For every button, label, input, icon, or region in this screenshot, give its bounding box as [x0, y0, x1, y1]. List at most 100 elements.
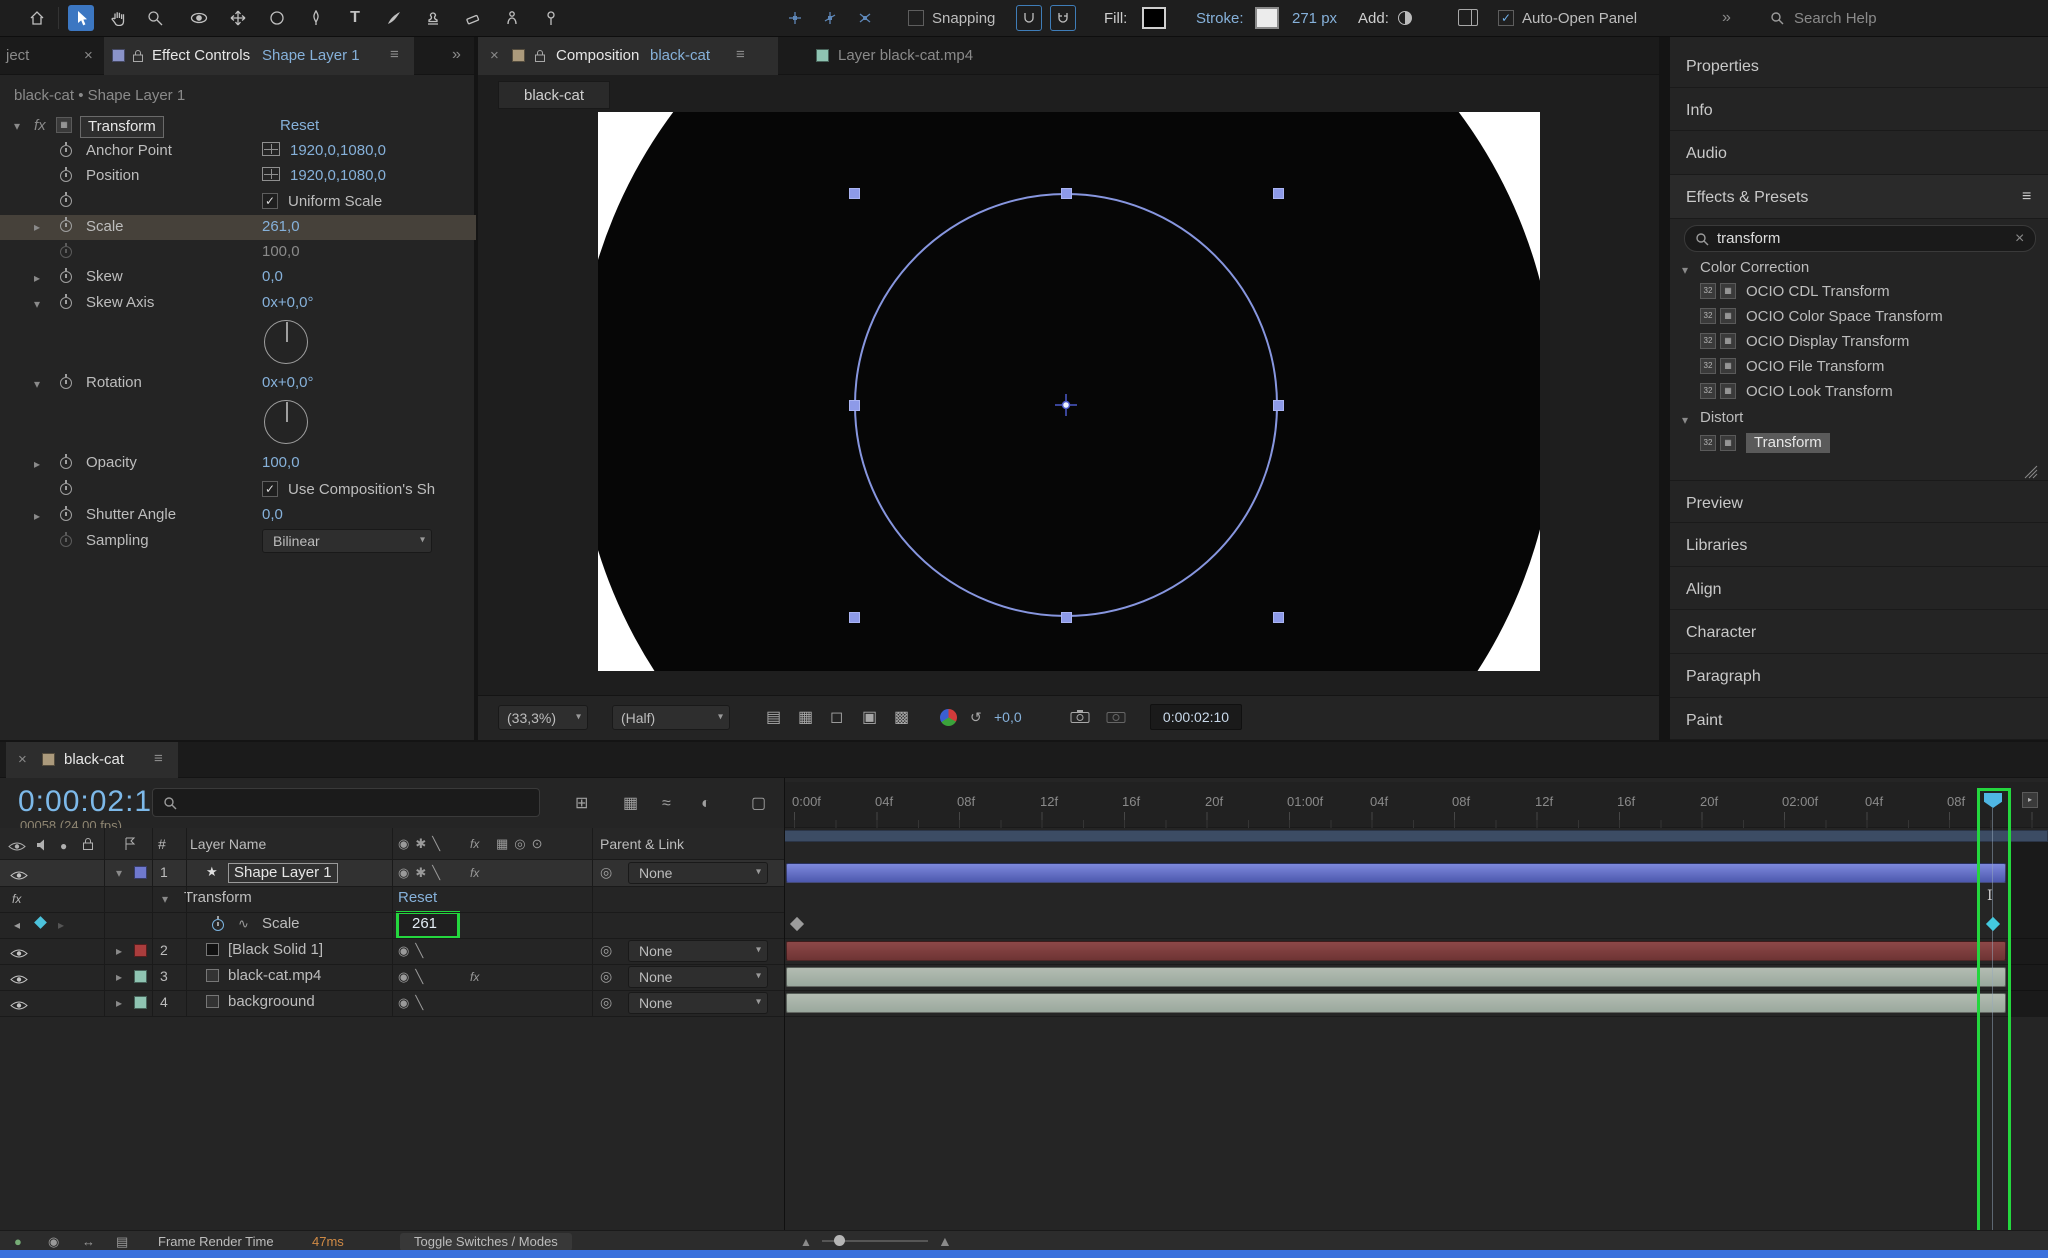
stopwatch-icon[interactable] [60, 297, 72, 309]
clear-search-icon[interactable]: × [2015, 229, 2024, 248]
selection-handle[interactable] [1273, 612, 1284, 623]
selection-handle[interactable] [1061, 612, 1072, 623]
layer-switches[interactable]: ◉╲ [398, 969, 429, 985]
home-icon[interactable] [24, 5, 50, 31]
zoom-in-mountain-icon[interactable]: ▲ [938, 1233, 952, 1250]
composition-tab[interactable]: × Composition black-cat ≡ [478, 37, 778, 75]
effect-item[interactable]: OCIO Color Space Transform [1746, 308, 1943, 326]
resolution-dropdown[interactable]: (Half)▾ [612, 705, 730, 730]
composition-viewport[interactable] [598, 112, 1540, 671]
show-channel-icon[interactable] [940, 709, 957, 726]
layer-color-chip[interactable] [134, 866, 147, 879]
skew-expander-icon[interactable]: ▸ [34, 271, 40, 285]
search-help-field[interactable]: Search Help [1794, 10, 1877, 28]
stopwatch-icon[interactable] [60, 170, 72, 182]
parent-pickwhip-icon[interactable]: ◎ [600, 942, 612, 959]
parent-dropdown[interactable]: None▾ [628, 940, 768, 962]
effect-expander-icon[interactable]: ▾ [14, 119, 20, 133]
panel-header-properties[interactable]: Properties [1670, 44, 2048, 88]
scale-stopwatch-icon[interactable] [212, 919, 224, 931]
eye-icon[interactable] [10, 946, 28, 964]
pan-behind-tool-icon[interactable] [225, 5, 251, 31]
layer-expander-icon[interactable]: ▸ [116, 970, 122, 984]
parent-link-column-header[interactable]: Parent & Link [600, 836, 684, 853]
view-layout-icon[interactable]: ▤ [766, 708, 781, 727]
grid-guides-icon[interactable]: ▦ [798, 708, 813, 727]
layer-name[interactable]: backgroound [228, 993, 315, 1011]
close-tab-icon[interactable]: × [18, 751, 27, 769]
world-axis-mode-icon[interactable] [817, 5, 843, 31]
draft-3d-icon[interactable]: ▦ [623, 794, 638, 813]
layer-name[interactable]: black-cat.mp4 [228, 967, 321, 985]
reset-exposure-icon[interactable]: ↺ [970, 709, 982, 726]
opacity-expander-icon[interactable]: ▸ [34, 457, 40, 471]
stopwatch-icon[interactable] [60, 220, 72, 232]
layer-color-chip[interactable] [134, 970, 147, 983]
selection-handle[interactable] [849, 400, 860, 411]
work-area-bar[interactable] [784, 830, 2048, 842]
panel-menu-icon[interactable]: ≡ [2022, 187, 2031, 206]
close-tab-icon[interactable]: × [84, 47, 93, 65]
group-expander-icon[interactable]: ▾ [162, 892, 168, 906]
parent-pickwhip-icon[interactable]: ◎ [600, 864, 612, 881]
stopwatch-icon[interactable] [60, 195, 72, 207]
effect-item[interactable]: OCIO Display Transform [1746, 333, 1909, 351]
puppet-pin-tool-icon[interactable] [538, 5, 564, 31]
stopwatch-icon[interactable] [60, 483, 72, 495]
comp-timecode-chip[interactable]: 0:00:02:10 [1150, 704, 1242, 730]
panel-menu-icon[interactable]: ≡ [736, 46, 745, 64]
selection-handle[interactable] [849, 188, 860, 199]
layer-expander-icon[interactable]: ▾ [116, 866, 122, 880]
transform-group-label[interactable]: Transform [184, 889, 252, 907]
effects-group-label[interactable]: Color Correction [1700, 259, 1809, 277]
stroke-label[interactable]: Stroke: [1196, 10, 1244, 28]
brush-tool-icon[interactable] [381, 5, 407, 31]
layer-fx-switch[interactable]: fx [470, 970, 479, 984]
effects-search-input[interactable] [1717, 228, 1997, 249]
layer-color-chip[interactable] [134, 996, 147, 1009]
mini-flowchart-icon[interactable]: ⊞ [575, 794, 588, 813]
view-axis-mode-icon[interactable] [852, 5, 878, 31]
zoom-out-mountain-icon[interactable]: ▲ [800, 1235, 812, 1249]
shutter-angle-value[interactable]: 0,0 [262, 506, 283, 524]
stopwatch-icon[interactable] [60, 377, 72, 389]
eraser-tool-icon[interactable] [460, 5, 486, 31]
selection-handle[interactable] [849, 612, 860, 623]
stopwatch-icon[interactable] [60, 509, 72, 521]
add-property-icon[interactable] [1398, 11, 1412, 25]
render-status-icon[interactable]: ● [14, 1234, 22, 1250]
effect-item-selected[interactable]: Transform [1746, 433, 1830, 453]
layer-switches[interactable]: ◉╲ [398, 943, 429, 959]
rotation-expander-icon[interactable]: ▾ [34, 377, 40, 391]
selection-handle[interactable] [1273, 188, 1284, 199]
frame-blend-icon[interactable]: ◐ [701, 794, 711, 813]
layer-switches-pane-icon[interactable]: ◉ [48, 1234, 59, 1250]
current-keyframe-indicator[interactable] [34, 916, 47, 929]
stroke-width-value[interactable]: 271 px [1292, 10, 1337, 28]
group-expander-icon[interactable]: ▾ [1682, 413, 1688, 427]
scale-expander-icon[interactable]: ▸ [34, 220, 40, 234]
stroke-swatch[interactable] [1255, 7, 1279, 29]
prev-keyframe-icon[interactable]: ◂ [14, 918, 20, 932]
layer-bar-black-solid[interactable] [786, 941, 2006, 961]
layer-switches[interactable]: ◉╲ [398, 995, 429, 1011]
selection-handle[interactable] [1273, 400, 1284, 411]
fill-swatch[interactable] [1142, 7, 1166, 29]
region-of-interest-icon[interactable]: ▣ [862, 708, 877, 727]
skew-axis-dial[interactable] [264, 320, 308, 364]
position-value[interactable]: 1920,0,1080,0 [290, 167, 386, 185]
scale-property-value[interactable]: 261 [412, 915, 437, 933]
panel-header-align[interactable]: Align [1670, 567, 2048, 610]
layer-bar-background[interactable] [786, 993, 2006, 1013]
skew-value[interactable]: 0,0 [262, 268, 283, 286]
panel-header-paragraph[interactable]: Paragraph [1670, 654, 2048, 698]
layer-switches[interactable]: ◉✱╲ [398, 865, 446, 881]
pen-tool-icon[interactable] [303, 5, 329, 31]
clone-stamp-tool-icon[interactable] [420, 5, 446, 31]
toggle-switches-modes-button[interactable]: Toggle Switches / Modes [400, 1233, 572, 1251]
layer-expander-icon[interactable]: ▸ [116, 996, 122, 1010]
effect-reset-button[interactable]: Reset [280, 117, 319, 135]
type-tool-icon[interactable]: T [342, 5, 368, 31]
skew-axis-expander-icon[interactable]: ▾ [34, 297, 40, 311]
transfer-controls-pane-icon[interactable]: ↔ [82, 1234, 95, 1250]
